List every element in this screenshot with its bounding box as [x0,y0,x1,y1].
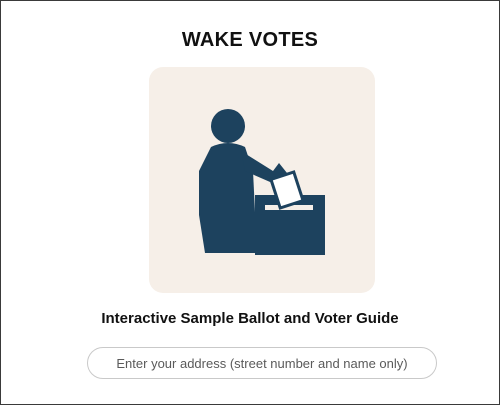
hero-illustration [149,67,375,293]
address-input[interactable] [87,347,437,379]
person-voting-ballot-box-icon [199,109,325,255]
page-title: WAKE VOTES [181,29,319,51]
page-subtitle: Interactive Sample Ballot and Voter Guid… [101,310,399,327]
app-frame: WAKE VOTES Interactive Sample Ballot and… [0,0,500,405]
